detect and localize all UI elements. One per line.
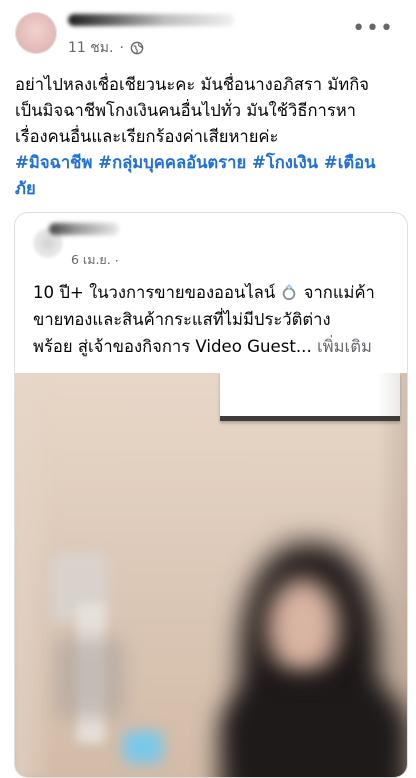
- shared-text-line: ขายทองและสินค้ากระแสที่ไม่มีประวัติต่าง: [33, 310, 331, 329]
- post-time[interactable]: 11 ชม.: [68, 37, 113, 59]
- shared-post-photo[interactable]: [15, 373, 407, 777]
- hashtags-line[interactable]: ภัย: [15, 176, 403, 202]
- globe-icon: [130, 41, 144, 55]
- post-text-line: เรื่องคนอื่นและเรียกร้องค่าเสียหายค่ะ: [15, 127, 279, 146]
- blurred-object: [55, 638, 125, 718]
- shared-post-meta: 6 เม.ย. ·: [71, 250, 119, 270]
- meta-separator: ·: [114, 252, 119, 268]
- ellipsis-icon: •••: [352, 16, 394, 41]
- meta-separator: ·: [119, 40, 124, 56]
- shared-text-line: 10 ปี+ ในวงการขายของออนไลน์ จากแม่ค้า: [33, 279, 393, 306]
- post-header: 11 ชม. · •••: [0, 0, 416, 62]
- see-more-link[interactable]: เพิ่มเติม: [312, 337, 372, 356]
- shared-post-date[interactable]: 6 เม.ย.: [71, 250, 111, 270]
- post-text-line: อย่าไปหลงเชื่อเชียวนะคะ มันชื่อนางอภิสรา…: [15, 75, 369, 94]
- projector-screen: [220, 373, 400, 421]
- hashtags-line[interactable]: #มิจฉาชีพ #กลุ่มบุคคลอันตราย #โกงเงิน #เ…: [15, 150, 403, 176]
- shared-text-segment: พร้อย สู่เจ้าของกิจการ Video Guest...: [33, 337, 312, 356]
- post-text-line: เป็นมิจฉาชีพโกงเงินคนอื่นไปทั่ว มันใช้วิ…: [15, 101, 356, 120]
- shared-post-body: 10 ปี+ ในวงการขายของออนไลน์ จากแม่ค้า ขา…: [33, 279, 393, 360]
- shared-post-header: 6 เม.ย. ·: [15, 213, 407, 275]
- blurred-object: [123, 731, 163, 763]
- shared-author-name-blurred[interactable]: [49, 223, 119, 235]
- post-meta: 11 ชม. ·: [68, 37, 144, 59]
- post-body: อย่าไปหลงเชื่อเชียวนะคะ มันชื่อนางอภิสรา…: [15, 72, 403, 202]
- shared-text-line: พร้อย สู่เจ้าของกิจการ Video Guest... เพ…: [33, 333, 393, 360]
- blurred-person-face: [267, 578, 339, 676]
- photo-shading: [377, 373, 407, 777]
- author-avatar[interactable]: [15, 12, 57, 54]
- shared-text-segment: จากแม่ค้า: [298, 283, 375, 302]
- shared-post-card[interactable]: 6 เม.ย. · 10 ปี+ ในวงการขายของออนไลน์ จา…: [14, 212, 408, 778]
- wall-shading: [15, 373, 55, 777]
- shared-text-segment: 10 ปี+ ในวงการขายของออนไลน์: [33, 283, 281, 302]
- more-options-button[interactable]: •••: [352, 18, 394, 40]
- author-name-blurred[interactable]: [68, 14, 234, 26]
- ring-icon: [283, 284, 296, 301]
